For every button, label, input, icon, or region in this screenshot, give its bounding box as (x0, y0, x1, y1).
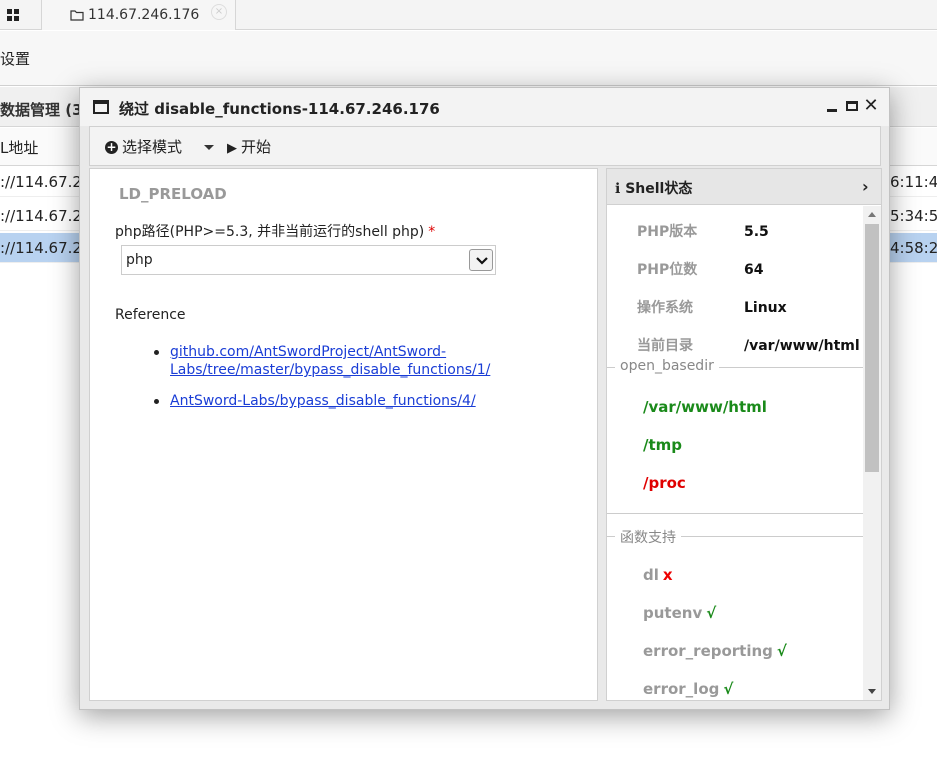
scroll-down-icon[interactable] (868, 689, 876, 694)
function-item: putenv √ (643, 604, 716, 622)
scroll-up-icon[interactable] (868, 212, 876, 217)
function-name: error_log (643, 680, 720, 698)
tab-label: 114.67.246.176 (88, 7, 200, 23)
shell-status-label: Shell状态 (625, 181, 693, 197)
info-key: PHP版本 (637, 224, 698, 240)
shell-status-title: ℹ Shell状态 (615, 178, 692, 198)
open-basedir-path: /tmp (643, 436, 683, 454)
info-value: 64 (744, 262, 764, 278)
function-status: x (662, 566, 673, 584)
info-key: 当前目录 (637, 338, 693, 354)
functions-legend: 函数支持 (615, 527, 681, 547)
info-value: Linux (744, 300, 787, 316)
function-item: dl x (643, 566, 673, 584)
data-panel-title: 数据管理 (3) (0, 101, 90, 119)
scroll-thumb[interactable] (865, 224, 879, 472)
section-title: LD_PRELOAD (119, 185, 227, 203)
row-url: ://114.67.2 (0, 173, 82, 191)
row-url: ://114.67.2 (0, 239, 82, 257)
chevron-down-icon[interactable] (469, 249, 493, 271)
caret-down-icon[interactable] (204, 145, 214, 150)
shell-status-body: PHP版本 5.5 PHP位数 64 操作系统 Linux 当前目录/var/www/… (607, 206, 863, 700)
required-mark: * (428, 224, 436, 240)
settings-menu[interactable]: 设置 (0, 48, 30, 69)
info-row-os: 操作系统 Linux (637, 297, 787, 317)
open-basedir-path: /proc (643, 474, 686, 492)
select-mode-label: 选择模式 (122, 138, 183, 156)
open-basedir-legend: open_basedir (615, 358, 719, 374)
grid-menu-icon[interactable] (0, 0, 26, 30)
function-item: error_reporting √ (643, 642, 787, 660)
maximize-button[interactable] (843, 97, 861, 115)
function-item: error_log √ (643, 680, 733, 698)
column-header-url[interactable]: L地址 (0, 137, 38, 158)
tab-close-icon[interactable]: × (211, 4, 227, 20)
start-button[interactable]: ▶ 开始 (227, 136, 271, 157)
info-key: 操作系统 (637, 300, 693, 316)
function-status: √ (723, 680, 734, 698)
info-value: /var/www/html (744, 338, 860, 354)
function-name: putenv (643, 604, 703, 622)
status-scrollbar[interactable] (863, 206, 881, 700)
app-toolbar (0, 31, 937, 86)
reference-link[interactable]: github.com/AntSwordProject/AntSword-Labs… (170, 343, 490, 379)
open-basedir-path: /var/www/html (643, 398, 767, 416)
folder-icon (70, 10, 84, 21)
row-time: 5:34:5 (890, 207, 937, 225)
php-path-label: php路径(PHP>=5.3, 并非当前运行的shell php) * (115, 221, 435, 241)
plus-circle-icon: + (105, 140, 118, 154)
php-path-value: php (126, 252, 153, 268)
reference-list: github.com/AntSwordProject/AntSword-Labs… (146, 343, 490, 423)
row-time: 4:58:2 (890, 239, 937, 257)
function-name: error_reporting (643, 642, 773, 660)
shell-status-pane: ℹ Shell状态 › PHP版本 5.5 PHP位数 64 操作系统 Linux 当… (606, 168, 882, 701)
row-url: ://114.67.2 (0, 207, 82, 225)
close-button[interactable]: ✕ (862, 97, 880, 115)
php-path-select[interactable]: php (121, 245, 496, 275)
play-icon: ▶ (227, 141, 237, 156)
window-icon (93, 100, 109, 114)
select-mode-button[interactable]: + 选择模式 (105, 136, 182, 157)
function-status: √ (706, 604, 717, 622)
info-key: PHP位数 (637, 262, 698, 278)
dialog-titlebar[interactable]: 绕过 disable_functions-114.67.246.176 ✕ (80, 88, 889, 126)
minimize-button[interactable] (823, 97, 841, 115)
dialog-toolbar: + 选择模式 ▶ 开始 (89, 126, 881, 166)
start-label: 开始 (241, 138, 272, 156)
function-status: √ (776, 642, 787, 660)
top-tab-bar: 114.67.246.176 × (0, 0, 937, 30)
bypass-dialog: 绕过 disable_functions-114.67.246.176 ✕ + 选… (79, 87, 890, 710)
list-item: github.com/AntSwordProject/AntSword-Labs… (146, 343, 490, 379)
shell-status-header[interactable]: ℹ Shell状态 › (607, 169, 881, 205)
php-path-label-text: php路径(PHP>=5.3, 并非当前运行的shell php) (115, 224, 425, 240)
mode-form-pane: LD_PRELOAD php路径(PHP>=5.3, 并非当前运行的shell … (89, 168, 598, 701)
info-row-php-bits: PHP位数 64 (637, 259, 763, 279)
open-basedir-bottom-border (607, 513, 863, 514)
dialog-title: 绕过 disable_functions-114.67.246.176 (119, 100, 440, 118)
function-name: dl (643, 566, 659, 584)
reference-label: Reference (115, 307, 186, 323)
tab-shell[interactable]: 114.67.246.176 × (41, 0, 236, 30)
info-row-cwd: 当前目录/var/www/html (637, 335, 860, 355)
list-item: AntSword-Labs/bypass_disable_functions/4… (146, 392, 480, 410)
reference-link[interactable]: AntSword-Labs/bypass_disable_functions/4… (170, 393, 476, 409)
row-time: 6:11:4 (890, 173, 937, 191)
info-value: 5.5 (744, 224, 769, 240)
chevron-right-icon[interactable]: › (862, 177, 869, 196)
info-row-php-version: PHP版本 5.5 (637, 221, 769, 241)
info-icon: ℹ (615, 181, 621, 197)
